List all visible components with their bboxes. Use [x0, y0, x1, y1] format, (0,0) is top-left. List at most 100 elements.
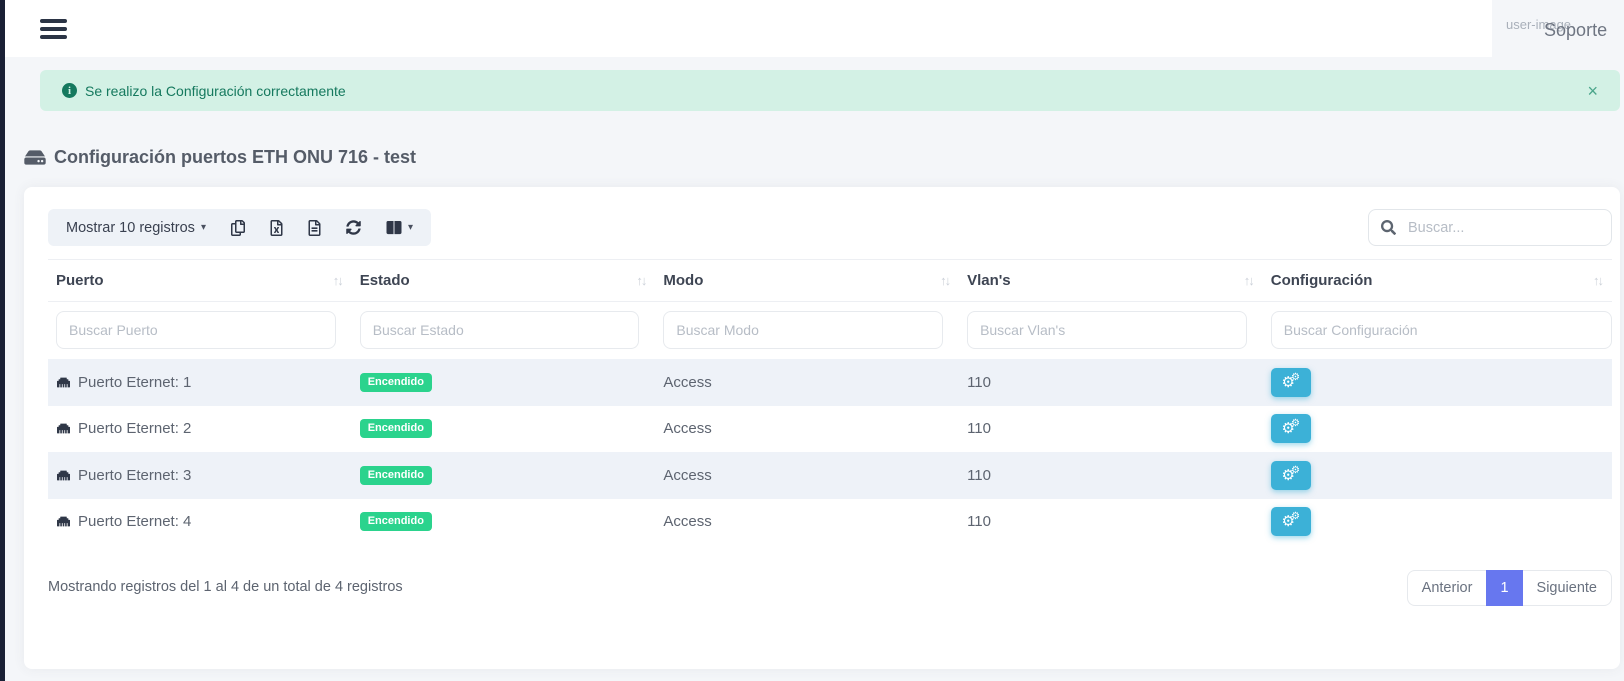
port-cell: Puerto Eternet: 3 [48, 467, 352, 484]
page-length-dropdown[interactable]: Mostrar 10 registros ▾ [66, 220, 206, 236]
refresh-button[interactable] [346, 220, 361, 235]
status-badge: Encendido [360, 419, 432, 438]
sort-icon[interactable]: ↑↓ [333, 273, 342, 288]
table-toolbar: Mostrar 10 registros ▾ [48, 209, 1612, 246]
column-filter-cell [1263, 311, 1612, 349]
alert-message: Se realizo la Configuración correctament… [85, 83, 346, 99]
column-filter-input[interactable] [663, 311, 943, 349]
table-row[interactable]: Puerto Eternet: 3 Encendido Access 110 ⚙… [48, 452, 1612, 499]
column-filter-cell [655, 311, 959, 349]
column-filter-input[interactable] [967, 311, 1247, 349]
cogs-icon-small: ⚙ [1291, 373, 1300, 383]
configure-port-button[interactable]: ⚙ ⚙ [1271, 507, 1311, 536]
port-cell: Puerto Eternet: 4 [48, 513, 352, 530]
vlan-cell: 110 [959, 374, 1263, 391]
column-filter-cell [48, 311, 352, 349]
column-filter-cell [959, 311, 1263, 349]
export-excel-button[interactable] [270, 220, 283, 236]
records-info: Mostrando registros del 1 al 4 de un tot… [48, 570, 403, 595]
configure-port-button[interactable]: ⚙ ⚙ [1271, 368, 1311, 397]
table-body: Puerto Eternet: 1 Encendido Access 110 ⚙… [48, 359, 1612, 545]
column-header[interactable]: Puerto ↑↓ [48, 260, 352, 301]
sort-icon[interactable]: ↑↓ [636, 273, 645, 288]
column-header[interactable]: Estado ↑↓ [352, 260, 656, 301]
status-cell: Encendido [352, 419, 656, 438]
column-header[interactable]: Vlan's ↑↓ [959, 260, 1263, 301]
table-row[interactable]: Puerto Eternet: 1 Encendido Access 110 ⚙… [48, 359, 1612, 406]
vlan-value: 110 [967, 420, 991, 437]
alert-close-button[interactable]: × [1587, 82, 1598, 100]
ethernet-icon [56, 376, 71, 389]
cogs-icon-small: ⚙ [1291, 419, 1300, 429]
ethernet-icon [56, 515, 71, 528]
sort-icon[interactable]: ↑↓ [1244, 273, 1253, 288]
cogs-icon-small: ⚙ [1291, 512, 1300, 522]
vlan-cell: 110 [959, 513, 1263, 530]
export-file-button[interactable] [308, 220, 321, 236]
mode-value: Access [663, 513, 711, 530]
vlan-cell: 110 [959, 467, 1263, 484]
hamburger-icon [40, 19, 67, 23]
sort-icon[interactable]: ↑↓ [1593, 273, 1602, 288]
vlan-cell: 110 [959, 420, 1263, 437]
table-row[interactable]: Puerto Eternet: 2 Encendido Access 110 ⚙… [48, 406, 1612, 453]
mode-value: Access [663, 420, 711, 437]
pagination-previous-button[interactable]: Anterior [1407, 570, 1487, 606]
pagination-page-1-button[interactable]: 1 [1486, 570, 1522, 606]
status-badge: Encendido [360, 466, 432, 485]
mode-cell: Access [655, 513, 959, 530]
config-cell: ⚙ ⚙ [1263, 461, 1612, 490]
status-cell: Encendido [352, 466, 656, 485]
mode-value: Access [663, 374, 711, 391]
refresh-icon [346, 220, 361, 235]
ethernet-icon [56, 422, 71, 435]
column-visibility-button[interactable]: ▾ [386, 220, 413, 235]
vlan-value: 110 [967, 513, 991, 530]
port-cell: Puerto Eternet: 2 [48, 420, 352, 437]
cogs-icon-small: ⚙ [1291, 466, 1300, 476]
column-filter-input[interactable] [56, 311, 336, 349]
page-title-text: Configuración puertos ETH ONU 716 - test [54, 147, 416, 168]
column-filter-input[interactable] [1271, 311, 1612, 349]
port-label: Puerto Eternet: 1 [78, 374, 191, 391]
table-row[interactable]: Puerto Eternet: 4 Encendido Access 110 ⚙… [48, 499, 1612, 546]
columns-icon [386, 220, 402, 235]
column-header[interactable]: Configuración ↑↓ [1263, 260, 1612, 301]
topbar: user-image Soporte [5, 0, 1624, 57]
configure-port-button[interactable]: ⚙ ⚙ [1271, 414, 1311, 443]
collapsed-sidebar[interactable] [0, 0, 5, 681]
ethernet-icon [56, 469, 71, 482]
column-label: Estado [360, 272, 410, 289]
table-filter-row [48, 302, 1612, 359]
sort-icon[interactable]: ↑↓ [940, 273, 949, 288]
copy-icon [231, 220, 245, 236]
file-excel-icon [270, 220, 283, 236]
column-label: Puerto [56, 272, 104, 289]
status-badge: Encendido [360, 373, 432, 392]
user-name: Soporte [1544, 20, 1607, 41]
file-alt-icon [308, 220, 321, 236]
search-icon [1381, 220, 1396, 235]
config-cell: ⚙ ⚙ [1263, 507, 1612, 536]
sidebar-toggle-button[interactable] [40, 15, 67, 43]
configure-port-button[interactable]: ⚙ ⚙ [1271, 461, 1311, 490]
column-header[interactable]: Modo ↑↓ [655, 260, 959, 301]
user-menu[interactable]: user-image Soporte [1492, 0, 1624, 57]
main-content: i Se realizo la Configuración correctame… [5, 57, 1624, 681]
port-label: Puerto Eternet: 2 [78, 420, 191, 437]
table-card: Mostrar 10 registros ▾ [24, 187, 1620, 669]
column-filter-input[interactable] [360, 311, 640, 349]
search-input[interactable] [1406, 219, 1599, 237]
mode-cell: Access [655, 374, 959, 391]
table-header-row: Puerto ↑↓ Estado ↑↓ Modo ↑↓ Vlan's ↑↓ Co… [48, 259, 1612, 302]
column-label: Configuración [1271, 272, 1373, 289]
column-filter-cell [352, 311, 656, 349]
copy-button[interactable] [231, 220, 245, 236]
table-footer: Mostrando registros del 1 al 4 de un tot… [48, 570, 1612, 606]
pagination-next-button[interactable]: Siguiente [1523, 570, 1612, 606]
status-badge: Encendido [360, 512, 432, 531]
pagination: Anterior 1 Siguiente [1407, 570, 1612, 606]
toolbar-button-group: Mostrar 10 registros ▾ [48, 209, 431, 246]
hdd-icon [24, 148, 46, 167]
page-title: Configuración puertos ETH ONU 716 - test [24, 147, 1624, 168]
